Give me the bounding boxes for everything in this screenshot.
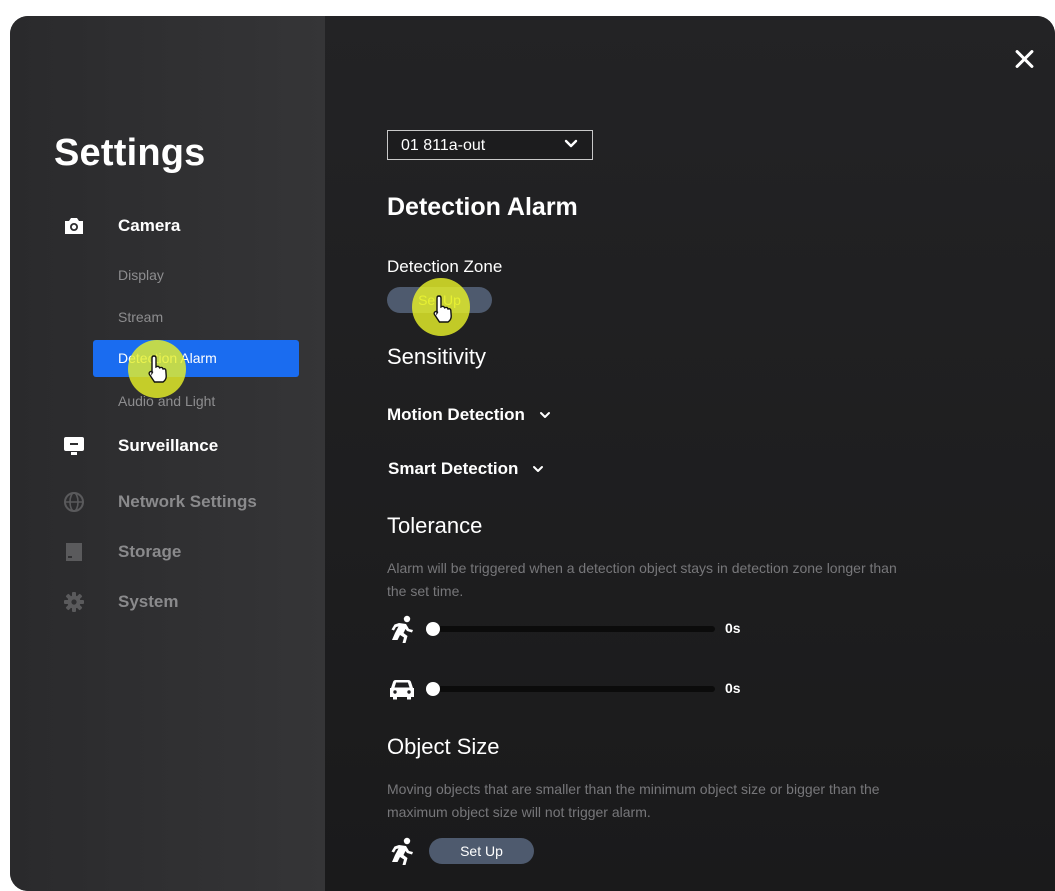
tolerance-title: Tolerance bbox=[387, 513, 483, 538]
tolerance-person-value: 0s bbox=[725, 620, 741, 636]
motion-detection-label: Motion Detection bbox=[387, 405, 525, 424]
object-size-setup-button[interactable]: Set Up bbox=[429, 838, 534, 864]
sidebar-subitem-detection-alarm[interactable]: Detection Alarm bbox=[93, 340, 299, 377]
sidebar-item-system[interactable]: System bbox=[62, 592, 178, 612]
smart-detection-expander[interactable]: Smart Detection bbox=[388, 459, 544, 479]
sidebar-subitem-audio-and-light[interactable]: Audio and Light bbox=[118, 393, 215, 409]
slider-thumb[interactable] bbox=[426, 682, 440, 696]
slider-thumb[interactable] bbox=[426, 622, 440, 636]
car-icon bbox=[390, 680, 414, 700]
tolerance-description: Alarm will be triggered when a detection… bbox=[387, 560, 897, 599]
sidebar-item-label: System bbox=[118, 592, 179, 611]
settings-title: Settings bbox=[54, 132, 206, 174]
sidebar-item-label: Network Settings bbox=[118, 492, 257, 511]
storage-icon bbox=[62, 542, 86, 562]
sidebar-item-label: Camera bbox=[118, 216, 181, 235]
smart-detection-label: Smart Detection bbox=[388, 459, 519, 478]
sidebar-item-network-settings[interactable]: Network Settings bbox=[62, 492, 257, 512]
sidebar-subitem-stream[interactable]: Stream bbox=[118, 309, 163, 325]
sidebar-item-storage[interactable]: Storage bbox=[62, 542, 181, 562]
chevron-down-icon bbox=[564, 139, 578, 148]
motion-detection-expander[interactable]: Motion Detection bbox=[387, 405, 551, 425]
gear-icon bbox=[62, 592, 86, 612]
globe-icon bbox=[62, 492, 86, 512]
chevron-down-icon bbox=[539, 412, 550, 418]
settings-window: Settings Camera Display Stream Detection… bbox=[10, 16, 1055, 891]
page-title: Detection Alarm bbox=[387, 193, 578, 221]
sensitivity-title: Sensitivity bbox=[387, 344, 487, 369]
tolerance-vehicle-row: 0s bbox=[387, 674, 787, 704]
object-size-title: Object Size bbox=[387, 734, 500, 759]
sidebar-item-camera[interactable]: Camera bbox=[62, 216, 180, 236]
main-panel: 01 811a-out Detection Alarm Detection Zo… bbox=[325, 16, 1055, 891]
camera-icon bbox=[62, 216, 86, 236]
detection-zone-setup-button[interactable]: Set Up bbox=[387, 287, 492, 313]
sidebar-subitem-label: Detection Alarm bbox=[118, 350, 217, 366]
object-size-description: Moving objects that are smaller than the… bbox=[387, 781, 880, 820]
sidebar-item-label: Storage bbox=[118, 542, 182, 561]
chevron-down-icon bbox=[533, 466, 544, 472]
monitor-icon bbox=[62, 436, 86, 456]
device-select[interactable]: 01 811a-out bbox=[387, 130, 593, 160]
tolerance-person-slider[interactable] bbox=[426, 622, 715, 636]
tolerance-person-row: 0s bbox=[387, 614, 787, 644]
sidebar-subitem-display[interactable]: Display bbox=[118, 267, 164, 283]
running-person-icon bbox=[391, 615, 413, 643]
sidebar-item-surveillance[interactable]: Surveillance bbox=[62, 436, 218, 456]
running-person-icon bbox=[391, 837, 413, 865]
tolerance-vehicle-slider[interactable] bbox=[426, 682, 715, 696]
tolerance-vehicle-value: 0s bbox=[725, 680, 741, 696]
device-select-value: 01 811a-out bbox=[401, 137, 486, 154]
sidebar: Settings Camera Display Stream Detection… bbox=[10, 16, 325, 891]
detection-zone-label: Detection Zone bbox=[387, 257, 503, 276]
sidebar-item-label: Surveillance bbox=[118, 436, 219, 455]
close-icon[interactable] bbox=[1011, 46, 1037, 72]
